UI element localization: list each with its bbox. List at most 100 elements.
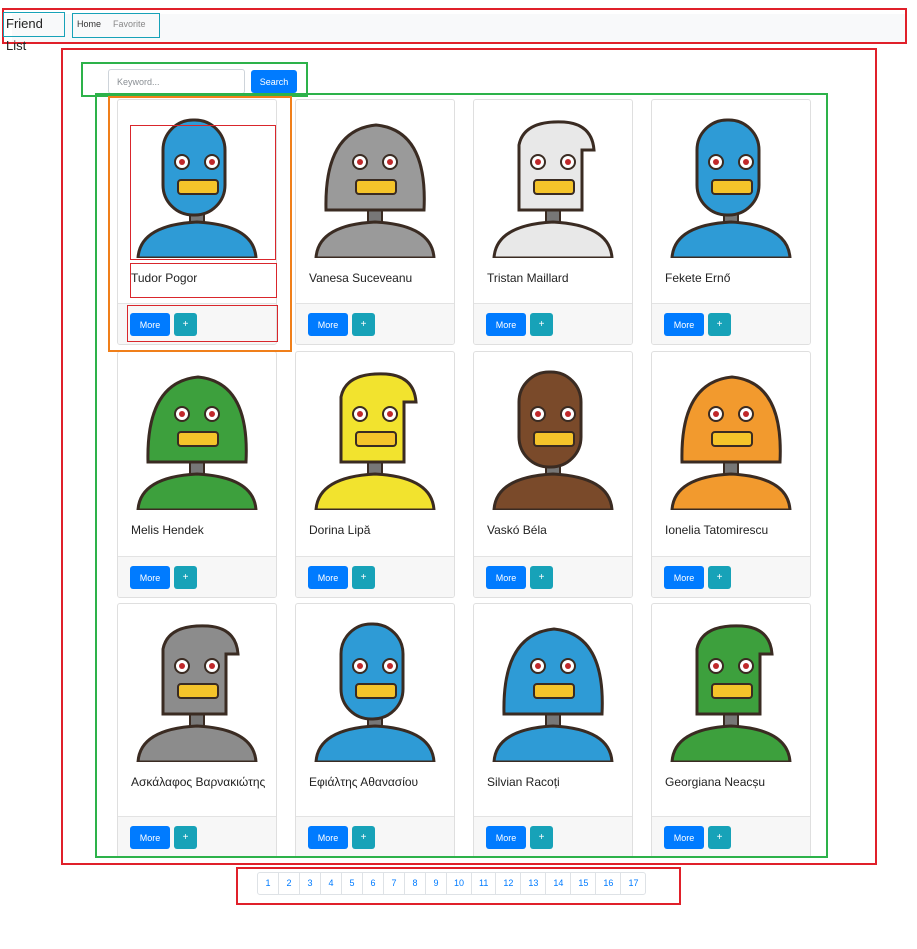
more-button[interactable]: More	[664, 566, 704, 589]
card-footer: More +	[652, 303, 810, 344]
more-button[interactable]: More	[308, 566, 348, 589]
card-footer: More +	[296, 556, 454, 597]
friend-name: Vaskó Béla	[487, 523, 547, 537]
friend-avatar	[296, 352, 454, 510]
more-button[interactable]: More	[486, 313, 526, 336]
robot-avatar-icon	[314, 372, 436, 510]
page-link[interactable]: 5	[341, 872, 363, 895]
add-favorite-button[interactable]: +	[174, 826, 197, 849]
page-link[interactable]: 3	[299, 872, 321, 895]
page-link[interactable]: 6	[362, 872, 384, 895]
card-footer: More +	[296, 816, 454, 857]
friend-card: Melis Hendek More +	[117, 351, 277, 598]
friend-avatar	[118, 352, 276, 510]
friend-name: Fekete Ernő	[665, 271, 731, 285]
add-favorite-button[interactable]: +	[174, 566, 197, 589]
nav-link-home[interactable]: Home	[77, 16, 101, 32]
card-footer: More +	[118, 556, 276, 597]
friend-avatar	[652, 604, 810, 762]
robot-avatar-icon	[136, 624, 258, 762]
friend-avatar	[296, 604, 454, 762]
friend-card: Tudor Pogor More +	[117, 99, 277, 345]
more-button[interactable]: More	[486, 566, 526, 589]
page-link[interactable]: 9	[425, 872, 447, 895]
page-link[interactable]: 1	[257, 872, 279, 895]
page-link[interactable]: 7	[383, 872, 405, 895]
page-link[interactable]: 15	[570, 872, 597, 895]
add-favorite-button[interactable]: +	[530, 826, 553, 849]
add-favorite-button[interactable]: +	[530, 566, 553, 589]
add-favorite-button[interactable]: +	[708, 566, 731, 589]
more-button[interactable]: More	[130, 313, 170, 336]
friend-avatar	[474, 352, 632, 510]
robot-avatar-icon	[492, 120, 614, 258]
robot-avatar-icon	[670, 118, 792, 258]
card-footer: More +	[474, 816, 632, 857]
friend-card: Ασκάλαφος Βαρνακιώτης More +	[117, 603, 277, 858]
more-button[interactable]: More	[308, 826, 348, 849]
page-link[interactable]: 8	[404, 872, 426, 895]
card-footer: More +	[474, 303, 632, 344]
robot-avatar-icon	[314, 622, 436, 762]
card-footer: More +	[474, 556, 632, 597]
robot-avatar-icon	[314, 123, 436, 258]
robot-avatar-icon	[492, 370, 614, 510]
add-favorite-button[interactable]: +	[352, 826, 375, 849]
add-favorite-button[interactable]: +	[352, 566, 375, 589]
more-button[interactable]: More	[308, 313, 348, 336]
robot-avatar-icon	[136, 375, 258, 510]
add-favorite-button[interactable]: +	[708, 826, 731, 849]
friend-name: Georgiana Neacșu	[665, 775, 766, 789]
robot-avatar-icon	[136, 118, 258, 258]
card-footer: More +	[118, 816, 276, 857]
page-link[interactable]: 2	[278, 872, 300, 895]
brand-title[interactable]: Friend List	[3, 12, 65, 53]
page-link[interactable]: 17	[620, 872, 647, 895]
friend-card: Silvian Racoți More +	[473, 603, 633, 858]
page-link[interactable]: 16	[595, 872, 622, 895]
friend-name: Εφιάλτης Αθανασίου	[309, 775, 419, 789]
friend-card: Εφιάλτης Αθανασίου More +	[295, 603, 455, 858]
friend-name: Vanesa Suceveanu	[309, 271, 413, 285]
more-button[interactable]: More	[664, 826, 704, 849]
friend-name: Dorina Lipă	[309, 523, 371, 537]
robot-avatar-icon	[670, 375, 792, 510]
card-footer: More +	[652, 816, 810, 857]
friend-avatar	[296, 100, 454, 258]
friend-name: Silvian Racoți	[487, 775, 560, 789]
add-favorite-button[interactable]: +	[352, 313, 375, 336]
add-favorite-button[interactable]: +	[708, 313, 731, 336]
friend-card: Vanesa Suceveanu More +	[295, 99, 455, 345]
page-link[interactable]: 11	[471, 872, 497, 895]
pagination: 1 2 3 4 5 6 7 8 9 10 11 12 13 14 15 16 17	[257, 872, 647, 895]
page-link[interactable]: 12	[495, 872, 522, 895]
more-button[interactable]: More	[130, 826, 170, 849]
search-button[interactable]: Search	[251, 70, 297, 93]
nav-links: Home Favorite	[72, 13, 160, 38]
search-input[interactable]	[108, 69, 245, 94]
friend-avatar	[652, 100, 810, 258]
friend-avatar	[474, 100, 632, 258]
add-favorite-button[interactable]: +	[530, 313, 553, 336]
friend-name: Ionelia Tatomirescu	[665, 523, 769, 537]
page-link[interactable]: 13	[520, 872, 547, 895]
nav-link-favorite[interactable]: Favorite	[113, 16, 146, 32]
friend-card: Georgiana Neacșu More +	[651, 603, 811, 858]
friend-card: Tristan Maillard More +	[473, 99, 633, 345]
friend-name: Tristan Maillard	[487, 271, 569, 285]
more-button[interactable]: More	[130, 566, 170, 589]
friend-card: Fekete Ernő More +	[651, 99, 811, 345]
more-button[interactable]: More	[486, 826, 526, 849]
page-link[interactable]: 14	[545, 872, 572, 895]
page-link[interactable]: 4	[320, 872, 342, 895]
add-favorite-button[interactable]: +	[174, 313, 197, 336]
friend-avatar	[652, 352, 810, 510]
robot-avatar-icon	[670, 624, 792, 762]
card-footer: More +	[652, 556, 810, 597]
page-link[interactable]: 10	[446, 872, 473, 895]
friend-name: Tudor Pogor	[131, 271, 198, 285]
friend-avatar	[474, 604, 632, 762]
friend-card: Vaskó Béla More +	[473, 351, 633, 598]
robot-avatar-icon	[492, 627, 614, 762]
more-button[interactable]: More	[664, 313, 704, 336]
